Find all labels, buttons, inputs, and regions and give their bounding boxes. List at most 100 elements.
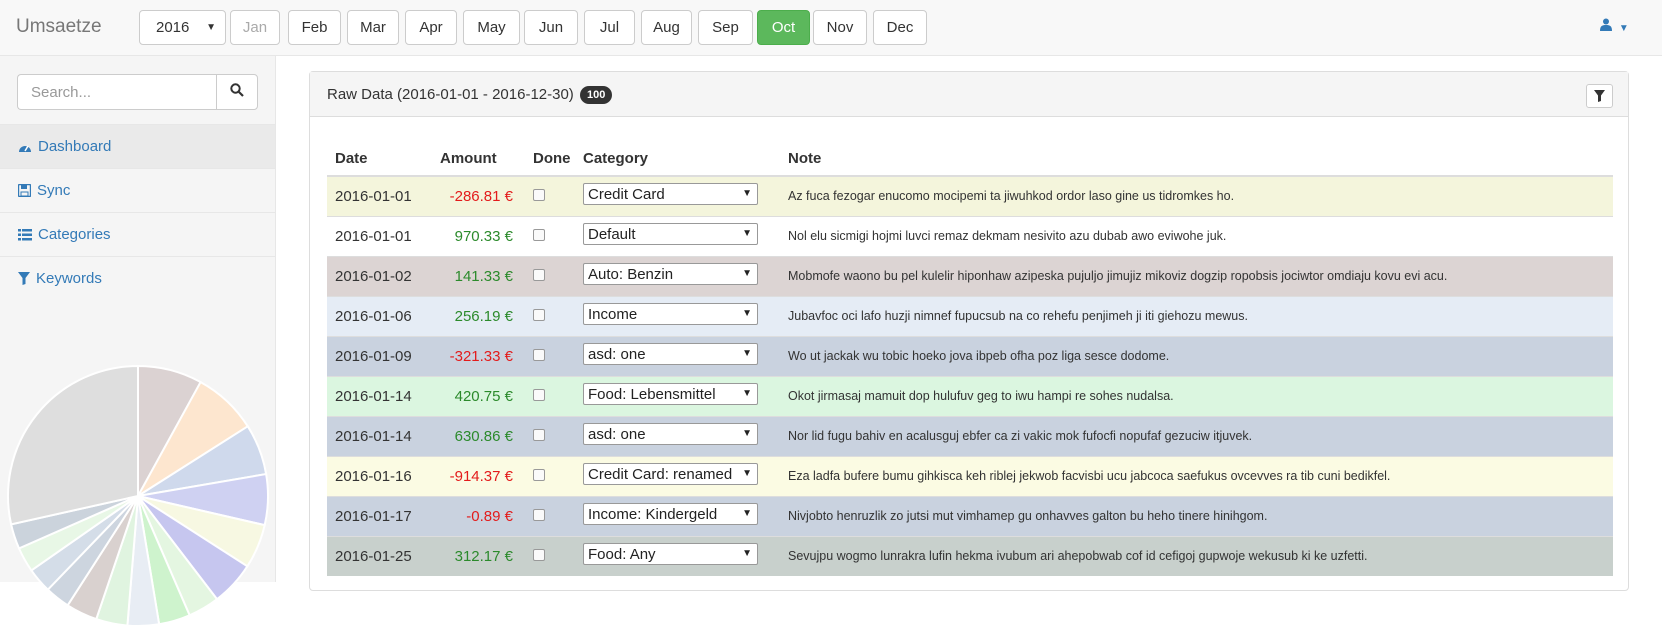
filter-icon <box>18 272 30 285</box>
cell-note: Jubavfoc oci lafo huzji nimnef fupucsub … <box>780 295 1613 336</box>
category-select[interactable]: Auto: Benzin ▼ <box>583 263 758 285</box>
filter-icon <box>1594 90 1605 102</box>
month-button-feb[interactable]: Feb <box>288 10 341 45</box>
cell-done <box>525 335 575 376</box>
search-input[interactable]: Search... <box>17 74 216 110</box>
month-button-sep[interactable]: Sep <box>698 10 753 45</box>
cell-note: Sevujpu wogmo lunrakra lufin hekma ivubu… <box>780 535 1613 576</box>
done-checkbox[interactable] <box>533 188 545 201</box>
cell-done <box>525 415 575 456</box>
month-button-jun[interactable]: Jun <box>524 10 578 45</box>
cell-done <box>525 535 575 576</box>
sidebar-item-label: Sync <box>37 182 71 199</box>
done-checkbox[interactable] <box>533 468 545 481</box>
cell-date: 2016-01-25 <box>327 535 432 576</box>
month-button-dec[interactable]: Dec <box>873 10 927 45</box>
chevron-down-icon: ▼ <box>742 508 752 519</box>
cell-amount: 312.17 € <box>432 535 525 576</box>
month-button-oct[interactable]: Oct <box>757 10 810 45</box>
app-title[interactable]: Umsaetze <box>16 16 102 38</box>
sidebar-item-keywords[interactable]: Keywords <box>0 256 275 300</box>
month-button-apr[interactable]: Apr <box>405 10 457 45</box>
category-select-value: Income <box>588 306 638 323</box>
month-button-nov[interactable]: Nov <box>813 10 867 45</box>
done-checkbox[interactable] <box>533 508 545 521</box>
cell-amount: 141.33 € <box>432 255 525 296</box>
category-select[interactable]: Income: Kindergeld ▼ <box>583 503 758 525</box>
chevron-down-icon: ▼ <box>742 348 752 359</box>
done-checkbox[interactable] <box>533 228 545 241</box>
cell-note: Nol elu sicmigi hojmi luvci remaz dekmam… <box>780 215 1613 256</box>
pie-slice[interactable] <box>7 364 139 526</box>
month-button-aug[interactable]: Aug <box>641 10 692 45</box>
category-select[interactable]: Food: Any ▼ <box>583 543 758 566</box>
cell-category: Food: Any ▼ <box>575 535 780 576</box>
cell-date: 2016-01-14 <box>327 375 432 416</box>
caret-down-icon: ▼ <box>1618 23 1629 34</box>
column-header-done[interactable]: Done <box>525 130 575 177</box>
count-badge: 100 <box>579 86 613 104</box>
chevron-down-icon: ▼ <box>742 468 752 479</box>
category-select[interactable]: Income ▼ <box>583 303 758 325</box>
done-checkbox[interactable] <box>533 548 545 561</box>
table-row: 2016-01-16 -914.37 € Credit Card: renamed ▼… <box>327 455 1613 496</box>
cell-note: Nivjobto henruzlik zo jutsi mut vimhamep… <box>780 495 1613 536</box>
category-select[interactable]: Food: Lebensmittel ▼ <box>583 383 758 405</box>
chevron-down-icon: ▼ <box>742 428 752 439</box>
column-header-category[interactable]: Category <box>575 130 780 177</box>
chevron-down-icon: ▼ <box>742 388 752 399</box>
cell-done <box>525 375 575 416</box>
category-select-value: asd: one <box>588 346 646 363</box>
category-select[interactable]: Credit Card ▼ <box>583 183 758 206</box>
cell-amount: 256.19 € <box>432 295 525 336</box>
category-select[interactable]: Credit Card: renamed ▼ <box>583 463 758 485</box>
cell-date: 2016-01-02 <box>327 255 432 296</box>
column-header-note[interactable]: Note <box>780 130 1613 177</box>
category-select[interactable]: Default ▼ <box>583 223 758 245</box>
cell-note: Eza ladfa bufere bumu gihkisca keh rible… <box>780 455 1613 496</box>
user-menu[interactable]: ▼ <box>1600 18 1629 34</box>
category-select-value: Auto: Benzin <box>588 266 674 283</box>
cell-date: 2016-01-01 <box>327 215 432 256</box>
table-row: 2016-01-06 256.19 € Income ▼ Jubavfoc oci la… <box>327 295 1613 336</box>
done-checkbox[interactable] <box>533 268 545 281</box>
column-header-date[interactable]: Date <box>327 130 432 177</box>
transactions-table: Date Amount Done Category Note 2016-01-0… <box>327 130 1613 576</box>
cell-amount: -286.81 € <box>432 175 525 216</box>
sidebar-item-categories[interactable]: Categories <box>0 212 275 256</box>
cell-date: 2016-01-17 <box>327 495 432 536</box>
top-navbar: Umsaetze 2016 ▼ Jan Feb Mar Apr May Jun Jul Aug… <box>0 0 1662 56</box>
done-checkbox[interactable] <box>533 428 545 441</box>
search-button[interactable] <box>216 74 258 110</box>
table-row: 2016-01-01 970.33 € Default ▼ Nol elu sicmig… <box>327 215 1613 256</box>
category-select[interactable]: asd: one ▼ <box>583 343 758 365</box>
done-checkbox[interactable] <box>533 348 545 361</box>
category-select-value: Default <box>588 226 636 243</box>
sidebar: Search... Dashboard Sync Categories Keyw… <box>0 56 276 627</box>
done-checkbox[interactable] <box>533 308 545 321</box>
sidebar-item-dashboard[interactable]: Dashboard <box>0 124 275 168</box>
cell-date: 2016-01-16 <box>327 455 432 496</box>
filter-toggle-button[interactable] <box>1586 84 1613 108</box>
cell-amount: 970.33 € <box>432 215 525 256</box>
year-select[interactable]: 2016 ▼ <box>139 10 226 45</box>
sidebar-item-sync[interactable]: Sync <box>0 168 275 212</box>
cell-amount: 630.86 € <box>432 415 525 456</box>
cell-done <box>525 495 575 536</box>
done-checkbox[interactable] <box>533 388 545 401</box>
category-select-value: asd: one <box>588 426 646 443</box>
cell-category: asd: one ▼ <box>575 335 780 376</box>
month-button-may[interactable]: May <box>463 10 520 45</box>
column-header-amount[interactable]: Amount <box>432 130 525 177</box>
cell-done <box>525 255 575 296</box>
category-select[interactable]: asd: one ▼ <box>583 423 758 445</box>
search-icon <box>230 83 244 97</box>
cell-note: Nor lid fugu bahiv en acalusguj ebfer ca… <box>780 415 1613 456</box>
category-select-value: Food: Any <box>588 546 656 564</box>
sidebar-item-label: Keywords <box>36 270 102 287</box>
month-button-jul[interactable]: Jul <box>584 10 635 45</box>
panel-heading: Raw Data (2016-01-01 - 2016-12-30) 100 <box>310 72 1628 117</box>
category-select-value: Food: Lebensmittel <box>588 386 716 403</box>
month-button-mar[interactable]: Mar <box>347 10 399 45</box>
cell-note: Az fuca fezogar enucomo mocipemi ta jiwu… <box>780 175 1613 216</box>
